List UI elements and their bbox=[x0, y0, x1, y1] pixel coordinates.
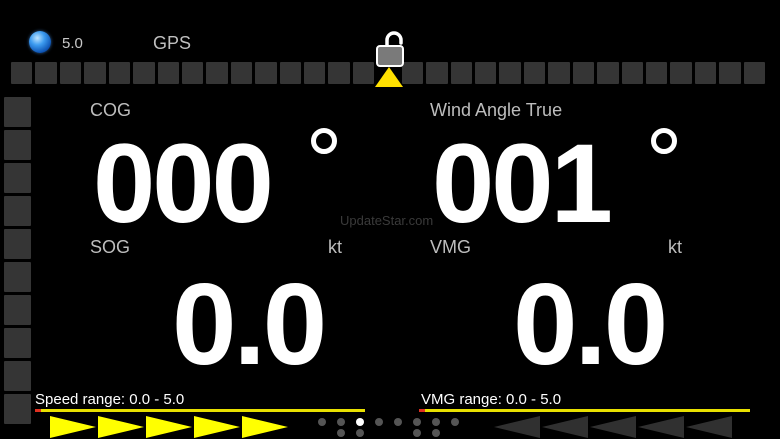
page-dot[interactable] bbox=[375, 418, 383, 426]
vmg-range-bar bbox=[419, 409, 750, 412]
page-indicator[interactable] bbox=[318, 416, 464, 438]
vmg-label: VMG bbox=[430, 237, 472, 257]
left-arrow-icon bbox=[686, 416, 732, 438]
page-dot[interactable] bbox=[356, 429, 364, 437]
strip-cell bbox=[4, 394, 31, 424]
cog-label: COG bbox=[90, 100, 132, 120]
right-arrow-icon bbox=[50, 416, 96, 438]
strip-cell bbox=[4, 97, 31, 127]
strip-cell bbox=[328, 62, 350, 84]
strip-cell bbox=[230, 62, 253, 84]
left-arrow-icon bbox=[590, 416, 636, 438]
strip-cell bbox=[133, 62, 155, 84]
watermark: UpdateStar.com bbox=[340, 213, 434, 228]
strip-cell bbox=[645, 62, 668, 84]
strip-cell bbox=[4, 229, 31, 259]
strip-cell bbox=[670, 62, 692, 84]
vmg-range-marker bbox=[419, 409, 425, 412]
strip-cell bbox=[181, 62, 204, 84]
speed-range-label: Speed range: 0.0 - 5.0 bbox=[35, 391, 185, 408]
left-arrow-icon bbox=[494, 416, 540, 438]
page-dot[interactable] bbox=[432, 429, 440, 437]
strip-cell bbox=[694, 62, 717, 84]
strip-cell bbox=[523, 62, 546, 84]
strip-cell bbox=[11, 62, 33, 84]
left-arrow-icon bbox=[542, 416, 588, 438]
strip-cell bbox=[572, 62, 595, 84]
sog-unit: kt bbox=[328, 237, 343, 257]
strip-cell bbox=[597, 62, 619, 84]
right-arrow-icon bbox=[194, 416, 240, 438]
page-dot[interactable] bbox=[413, 418, 421, 426]
gps-label: GPS bbox=[153, 33, 192, 53]
strip-cell bbox=[4, 361, 31, 391]
strip-cell bbox=[108, 62, 131, 84]
right-arrow-icon bbox=[242, 416, 288, 438]
page-dot[interactable] bbox=[451, 418, 459, 426]
left-arrow-icon bbox=[638, 416, 684, 438]
strip-cell bbox=[4, 262, 31, 292]
gps-value: 5.0 bbox=[62, 35, 83, 52]
page-dot[interactable] bbox=[337, 418, 345, 426]
strip-cell bbox=[84, 62, 106, 84]
speed-range-marker bbox=[35, 409, 41, 412]
strip-cell bbox=[719, 62, 741, 84]
speed-arrow-row bbox=[50, 416, 288, 438]
strip-cell bbox=[59, 62, 82, 84]
strip-cell bbox=[4, 328, 31, 358]
sog-value: 0.0 bbox=[172, 259, 327, 389]
wind-angle-label: Wind Angle True bbox=[430, 100, 563, 120]
page-dot-active[interactable] bbox=[356, 418, 364, 426]
page-dot[interactable] bbox=[394, 418, 402, 426]
strip-cell bbox=[255, 62, 277, 84]
degree-icon bbox=[311, 128, 337, 154]
strip-cell bbox=[304, 62, 326, 84]
vmg-unit: kt bbox=[668, 237, 683, 257]
yellow-triangle-icon bbox=[375, 67, 403, 87]
strip-cell bbox=[206, 62, 228, 84]
page-dot[interactable] bbox=[413, 429, 421, 437]
left-side-strip[interactable] bbox=[4, 97, 31, 424]
strip-cell bbox=[4, 163, 31, 193]
strip-cell bbox=[548, 62, 570, 84]
speed-range-bar bbox=[35, 409, 365, 412]
wind-angle-value: 001 bbox=[432, 121, 613, 246]
vmg-range-label: VMG range: 0.0 - 5.0 bbox=[421, 391, 562, 408]
page-dot[interactable] bbox=[318, 418, 326, 426]
gps-status-icon bbox=[29, 31, 51, 53]
page-dot[interactable] bbox=[337, 429, 345, 437]
strip-cell bbox=[621, 62, 643, 84]
vmg-arrow-row bbox=[494, 416, 732, 438]
strip-cell bbox=[4, 196, 31, 226]
strip-cell bbox=[743, 62, 766, 84]
strip-cell bbox=[279, 62, 302, 84]
strip-cell bbox=[4, 295, 31, 325]
sog-label: SOG bbox=[90, 237, 131, 257]
strip-cell bbox=[450, 62, 473, 84]
degree-icon bbox=[651, 128, 677, 154]
strip-cell bbox=[157, 62, 179, 84]
vmg-value: 0.0 bbox=[513, 259, 668, 389]
right-arrow-icon bbox=[146, 416, 192, 438]
strip-cell bbox=[475, 62, 497, 84]
right-arrow-icon bbox=[98, 416, 144, 438]
strip-cell bbox=[426, 62, 448, 84]
cog-value: 000 bbox=[93, 121, 274, 246]
strip-cell bbox=[35, 62, 57, 84]
strip-cell bbox=[4, 130, 31, 160]
strip-cell bbox=[352, 62, 375, 84]
page-dot[interactable] bbox=[432, 418, 440, 426]
strip-cell bbox=[499, 62, 521, 84]
unlocked-padlock-icon[interactable] bbox=[375, 30, 407, 70]
